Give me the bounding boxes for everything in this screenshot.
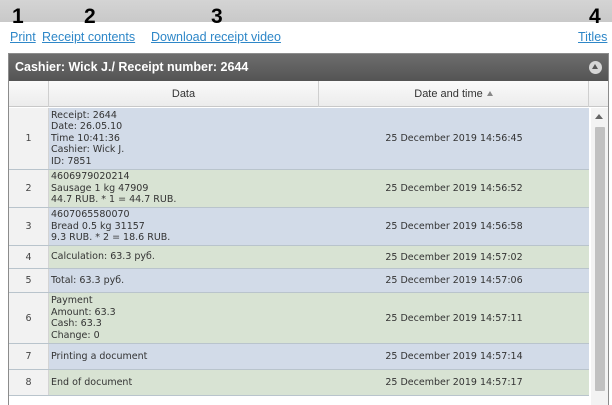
table-header: Data Date and time: [9, 81, 608, 107]
data-line: Amount: 63.3: [51, 306, 116, 318]
scroll-up-arrow-icon[interactable]: [595, 114, 603, 119]
data-line: Payment: [51, 295, 93, 306]
data-line: 9.3 RUB. * 2 = 18.6 RUB.: [51, 232, 171, 244]
row-datetime: 25 December 2019 14:56:58: [385, 221, 523, 232]
titles-link[interactable]: Titles: [578, 29, 607, 45]
data-line: 44.7 RUB. * 1 = 44.7 RUB.: [51, 194, 177, 206]
panel-header: Cashier: Wick J./ Receipt number: 2644: [9, 54, 608, 81]
row-number: 6: [9, 293, 49, 343]
row-data: Printing a document: [51, 344, 319, 369]
row-datetime: 25 December 2019 14:56:45: [385, 133, 523, 144]
data-line: Receipt: 2644: [51, 109, 117, 121]
data-line: Sausage 1 kg 47909: [51, 182, 149, 194]
row-datetime: 25 December 2019 14:57:17: [385, 377, 523, 388]
table-row[interactable]: 1 Receipt: 2644 Date: 26.05.10 Time 10:4…: [9, 108, 589, 170]
row-data: 4606979020214 Sausage 1 kg 47909 44.7 RU…: [51, 170, 319, 207]
scrollbar-thumb[interactable]: [595, 127, 605, 391]
header-filler: [589, 81, 608, 107]
data-line: Cash: 63.3: [51, 318, 102, 329]
data-line: 4606979020214: [51, 171, 130, 183]
column-header-data-label: Data: [171, 88, 196, 100]
table-row[interactable]: 2 4606979020214 Sausage 1 kg 47909 44.7 …: [9, 170, 589, 208]
row-data: Total: 63.3 руб.: [51, 269, 319, 292]
row-datetime: 25 December 2019 14:56:52: [385, 183, 523, 194]
row-number: 5: [9, 269, 49, 292]
column-header-datetime-label: Date and time: [414, 88, 483, 100]
row-number-header: [9, 81, 49, 107]
row-number: 4: [9, 246, 49, 268]
table-row[interactable]: 3 4607065580070 Bread 0.5 kg 31157 9.3 R…: [9, 208, 589, 246]
row-number: 3: [9, 208, 49, 245]
table-row[interactable]: 7 Printing a document 25 December 2019 1…: [9, 344, 589, 370]
row-data: Payment Amount: 63.3 Cash: 63.3 Change: …: [51, 293, 319, 343]
download-receipt-video-link[interactable]: Download receipt video: [151, 29, 281, 45]
table-row[interactable]: 8 End of document 25 December 2019 14:57…: [9, 370, 589, 396]
data-line: Bread 0.5 kg 31157: [51, 220, 145, 232]
collapse-icon[interactable]: [589, 61, 602, 74]
data-line: ID: 7851: [51, 155, 92, 167]
row-data: Calculation: 63.3 руб.: [51, 246, 319, 268]
table-row[interactable]: 4 Calculation: 63.3 руб. 25 December 201…: [9, 246, 589, 269]
row-number: 2: [9, 170, 49, 207]
data-line: 4607065580070: [51, 209, 130, 221]
print-link[interactable]: Print: [10, 29, 36, 45]
row-data: 4607065580070 Bread 0.5 kg 31157 9.3 RUB…: [51, 208, 319, 245]
data-line: Time 10:41:36: [51, 132, 120, 144]
callout-marker-2: 2: [84, 5, 96, 28]
row-number: 8: [9, 370, 49, 395]
table-row[interactable]: 6 Payment Amount: 63.3 Cash: 63.3 Change…: [9, 293, 589, 344]
data-line: Change: 0: [51, 329, 100, 341]
sort-ascending-icon: [486, 91, 493, 96]
panel-title: Cashier: Wick J./ Receipt number: 2644: [15, 60, 249, 74]
receipt-contents-link[interactable]: Receipt contents: [42, 29, 135, 45]
row-number: 7: [9, 344, 49, 369]
column-header-data[interactable]: Data: [49, 81, 319, 107]
vertical-scrollbar[interactable]: [591, 108, 608, 405]
callout-marker-1: 1: [12, 5, 24, 28]
row-datetime: 25 December 2019 14:57:14: [385, 351, 523, 362]
row-data: End of document: [51, 370, 319, 395]
callout-marker-3: 3: [211, 5, 223, 28]
column-header-datetime[interactable]: Date and time: [319, 81, 589, 107]
callout-marker-4: 4: [589, 5, 601, 28]
data-line: Cashier: Wick J.: [51, 144, 125, 156]
receipt-panel: Cashier: Wick J./ Receipt number: 2644 D…: [8, 53, 609, 405]
row-datetime: 25 December 2019 14:57:02: [385, 251, 523, 263]
row-number: 1: [9, 108, 49, 169]
data-line: Date: 26.05.10: [51, 121, 123, 133]
row-datetime: 25 December 2019 14:57:06: [385, 275, 523, 286]
data-line: Total: 63.3 руб.: [51, 274, 125, 286]
row-datetime: 25 December 2019 14:57:11: [385, 312, 523, 324]
data-line: End of document: [51, 376, 133, 388]
data-line: Calculation: 63.3 руб.: [51, 251, 155, 263]
row-data: Receipt: 2644 Date: 26.05.10 Time 10:41:…: [51, 108, 319, 169]
table-row[interactable]: 5 Total: 63.3 руб. 25 December 2019 14:5…: [9, 269, 589, 293]
data-line: Printing a document: [51, 350, 148, 362]
